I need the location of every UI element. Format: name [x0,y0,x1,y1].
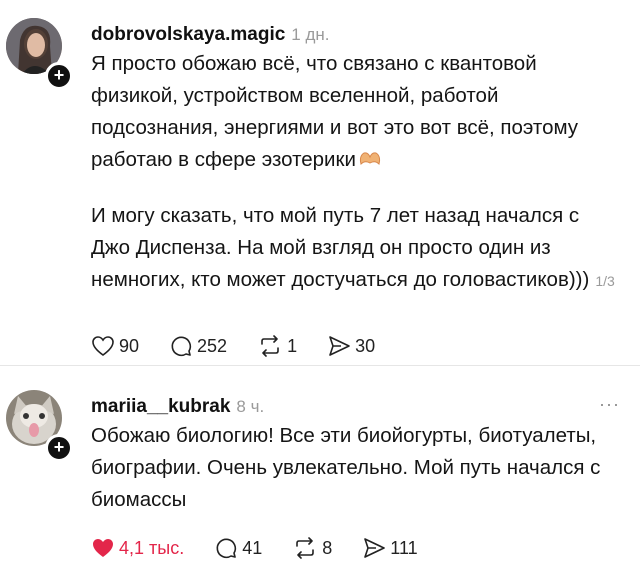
like-button[interactable]: 4,1 тыс. [91,537,184,559]
heart-icon [92,336,114,356]
comment-count: 252 [197,335,228,356]
username[interactable]: dobrovolskaya.magic [91,24,285,45]
post-time: 1 дн. [291,25,330,44]
repost-count: 8 [322,537,333,558]
send-icon [364,538,386,558]
post-author[interactable]: mariia__kubrak 8 ч. [91,396,264,418]
repost-button[interactable]: 8 [292,537,332,559]
action-bar: 4,1 тыс. 41 8 111 [91,536,448,560]
post-paragraph: И могу сказать, что мой путь 7 лет назад… [91,204,615,291]
follow-plus-button[interactable]: + [45,434,73,462]
comment-button[interactable]: 41 [214,536,262,560]
post-time: 8 ч. [236,397,265,416]
heart-filled-icon [93,539,113,557]
share-count: 30 [355,335,376,356]
repost-count: 1 [287,335,298,356]
comment-icon [171,336,192,357]
post-paragraph: Обожаю биологию! Все эти биойогурты, био… [91,424,601,511]
like-count: 4,1 тыс. [119,537,185,558]
post-1: + dobrovolskaya.magic 1 дн. Я просто обож… [0,0,640,365]
username[interactable]: mariia__kubrak [91,396,230,417]
like-button[interactable]: 90 [91,335,139,357]
share-button[interactable]: 30 [327,335,375,357]
repost-icon [261,335,279,357]
post-2: + mariia__kubrak 8 ч. ··· Обожаю биологию… [0,366,640,571]
share-count: 111 [390,537,418,558]
post-author[interactable]: dobrovolskaya.magic 1 дн. [91,24,330,46]
comment-button[interactable]: 252 [169,334,227,358]
send-icon [329,336,350,356]
post-paragraph: Я просто обожаю всё, что связано с квант… [91,52,579,171]
post-body: Я просто обожаю всё, что связано с квант… [91,48,621,297]
follow-plus-button[interactable]: + [45,62,73,90]
repost-icon [296,537,315,559]
like-count: 90 [119,335,140,356]
heart-hands-emoji-icon [359,152,380,165]
post-body: Обожаю биологию! Все эти биойогурты, био… [91,420,611,516]
action-bar: 90 252 1 30 [91,334,405,358]
more-options-button[interactable]: ··· [599,394,620,415]
share-button[interactable]: 111 [362,537,418,559]
comment-icon [216,538,237,559]
page-indicator: 1/3 [595,273,615,289]
comment-count: 41 [242,537,263,558]
repost-button[interactable]: 1 [257,335,297,357]
